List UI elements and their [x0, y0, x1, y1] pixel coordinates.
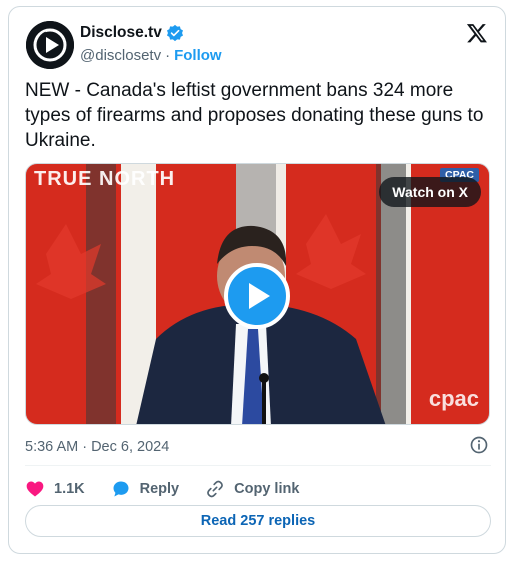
divider — [25, 465, 491, 466]
read-replies-label: Read 257 replies — [200, 513, 316, 529]
cpac-watermark: cpac — [428, 386, 479, 411]
verified-badge-icon — [166, 24, 183, 42]
link-icon — [207, 480, 224, 498]
like-button[interactable]: 1.1K — [25, 479, 85, 499]
copy-link-label: Copy link — [234, 481, 300, 497]
info-icon[interactable] — [469, 435, 489, 455]
handle-row: @disclosetv · Follow — [80, 47, 222, 64]
play-icon — [249, 283, 270, 309]
reply-button[interactable]: Reply — [111, 479, 180, 499]
action-bar: 1.1K Reply Copy link — [25, 474, 299, 504]
author-name-row: Disclose.tv — [80, 24, 184, 42]
video-media[interactable]: TRUE NORTH CPAC Watch on X cpac — [25, 163, 490, 425]
display-name[interactable]: Disclose.tv — [80, 24, 162, 42]
avatar[interactable] — [26, 21, 74, 69]
true-north-watermark: TRUE NORTH — [34, 168, 176, 190]
heart-icon — [26, 481, 44, 497]
x-logo-icon[interactable] — [466, 22, 488, 44]
copy-link-button[interactable]: Copy link — [205, 479, 299, 499]
watch-on-x-button[interactable]: Watch on X — [379, 177, 481, 207]
reply-bubble-icon — [113, 481, 129, 497]
avatar-play-logo — [26, 21, 74, 69]
separator-dot: · — [165, 47, 171, 64]
author-handle[interactable]: @disclosetv — [80, 47, 161, 64]
like-count: 1.1K — [54, 481, 85, 497]
reply-label: Reply — [139, 481, 180, 497]
timestamp[interactable]: 5:36 AM · Dec 6, 2024 — [25, 439, 169, 455]
read-replies-button[interactable]: Read 257 replies — [25, 505, 491, 537]
tweet-text: NEW - Canada's leftist government bans 3… — [25, 80, 484, 151]
follow-button[interactable]: Follow — [174, 47, 222, 64]
tweet-card: Disclose.tv @disclosetv · Follow NEW - C… — [8, 6, 506, 554]
play-button[interactable] — [224, 263, 290, 329]
